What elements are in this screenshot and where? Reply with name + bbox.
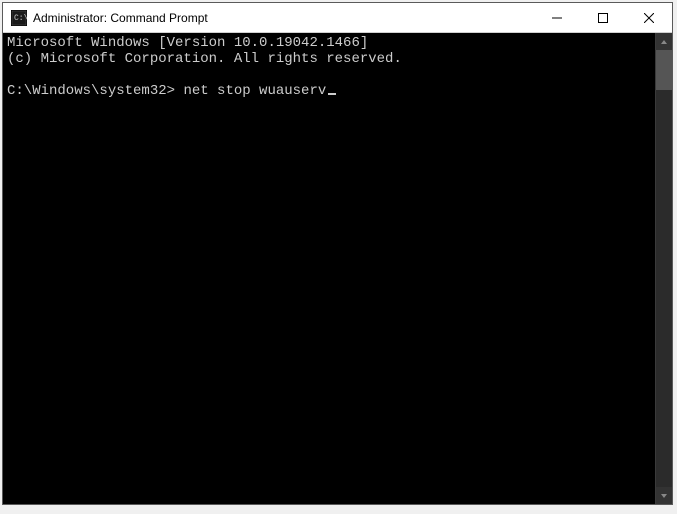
command-text: net stop wuauserv [183,83,326,99]
command-prompt-window: C:\ Administrator: Command Prompt Micros… [2,2,673,505]
scroll-thumb[interactable] [656,50,672,90]
client-area: Microsoft Windows [Version 10.0.19042.14… [3,33,672,504]
titlebar[interactable]: C:\ Administrator: Command Prompt [3,3,672,33]
vertical-scrollbar[interactable] [655,33,672,504]
version-line: Microsoft Windows [Version 10.0.19042.14… [7,35,651,51]
terminal-output[interactable]: Microsoft Windows [Version 10.0.19042.14… [3,33,655,504]
maximize-button[interactable] [580,3,626,32]
minimize-button[interactable] [534,3,580,32]
close-button[interactable] [626,3,672,32]
prompt-line: C:\Windows\system32> net stop wuauserv [7,83,651,99]
window-title: Administrator: Command Prompt [33,11,534,25]
cmd-icon: C:\ [11,10,27,26]
copyright-line: (c) Microsoft Corporation. All rights re… [7,51,651,67]
prompt-text: C:\Windows\system32> [7,83,175,99]
blank-line [7,67,651,83]
scroll-up-button[interactable] [656,33,672,50]
window-controls [534,3,672,32]
svg-text:C:\: C:\ [14,14,27,23]
text-cursor [328,93,336,95]
scroll-down-button[interactable] [656,487,672,504]
